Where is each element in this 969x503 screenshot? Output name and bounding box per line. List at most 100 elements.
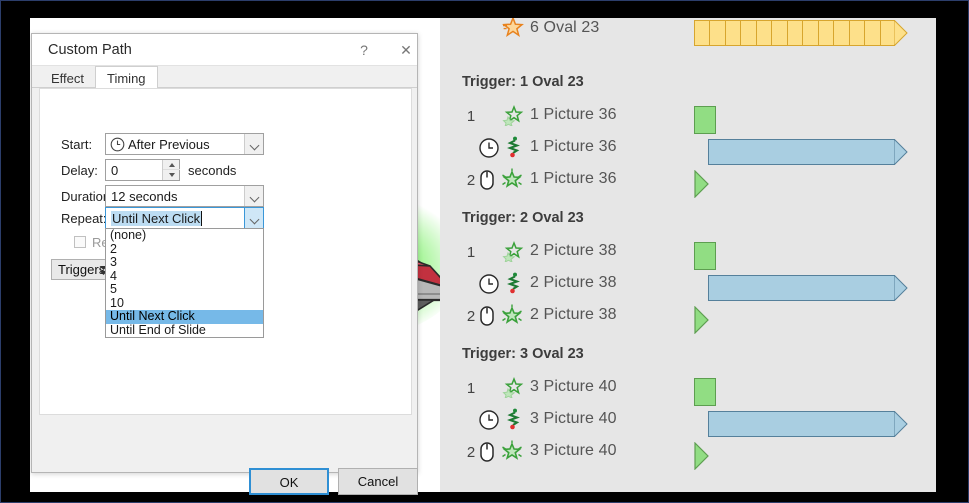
stepper-down-icon[interactable] xyxy=(163,170,180,180)
clock-icon xyxy=(110,137,125,157)
help-icon[interactable]: ? xyxy=(352,39,376,61)
animation-row[interactable]: 6 Oval 23 xyxy=(440,18,936,46)
duration-combobox[interactable]: 12 seconds xyxy=(105,185,264,207)
mouse-icon xyxy=(478,441,496,468)
trigger-label: Trigger: 3 Oval 23 xyxy=(462,346,584,362)
delay-stepper[interactable]: 0 xyxy=(105,159,180,181)
animation-row[interactable]: 2 1 Picture 36 xyxy=(440,165,936,198)
animation-row-label: 1 Picture 36 xyxy=(530,106,617,123)
timeline-bar-blue[interactable] xyxy=(708,275,908,301)
timeline-bar-blue[interactable] xyxy=(708,139,908,165)
dropdown-option[interactable]: Until End of Slide xyxy=(106,323,263,338)
timeline-bar-green[interactable] xyxy=(694,242,716,270)
repeat-label: Repeat: xyxy=(61,211,107,226)
dropdown-option[interactable]: 5 xyxy=(106,282,263,297)
dropdown-option[interactable]: 3 xyxy=(106,255,263,270)
green-star-filled-icon xyxy=(500,304,524,331)
timeline-bar-triangle[interactable] xyxy=(694,306,709,334)
tab-effect[interactable]: Effect xyxy=(39,66,96,89)
animation-row-label: 1 Picture 36 xyxy=(530,170,617,187)
row-number: 1 xyxy=(466,244,476,261)
timeline-bar-body xyxy=(708,275,895,301)
dropdown-option[interactable]: 4 xyxy=(106,269,263,284)
dialog-title: Custom Path xyxy=(48,42,132,58)
cancel-button[interactable]: Cancel xyxy=(338,468,418,495)
animation-row-label: 2 Picture 38 xyxy=(530,306,617,323)
dropdown-option[interactable]: 2 xyxy=(106,242,263,257)
timeline-bar-triangle[interactable] xyxy=(694,442,709,470)
green-star-outline-icon xyxy=(502,240,524,267)
orange-star-icon xyxy=(502,18,524,43)
dropdown-option[interactable]: (none) xyxy=(106,228,263,243)
timeline-bar-green[interactable] xyxy=(694,378,716,406)
mouse-icon xyxy=(478,169,496,196)
timeline-bar-tip xyxy=(894,139,908,165)
screen: 6 Oval 23 Trigger: 1 Oval 23 1 1 Picture… xyxy=(0,0,969,503)
close-icon[interactable]: ✕ xyxy=(394,39,418,61)
animation-row[interactable]: 3 Picture 40 xyxy=(440,405,936,437)
checkbox-box[interactable] xyxy=(74,236,86,248)
repeat-dropdown-list[interactable]: (none) 2 3 4 5 10 Until Next Click Until… xyxy=(105,228,264,338)
motion-path-icon xyxy=(506,272,522,299)
trigger-group-header[interactable]: Trigger: 1 Oval 23 xyxy=(440,68,936,100)
timeline-bar-green[interactable] xyxy=(694,106,716,134)
mouse-icon xyxy=(478,305,496,332)
animation-row[interactable]: 2 Picture 38 xyxy=(440,269,936,301)
animation-row-label: 3 Picture 40 xyxy=(530,378,617,395)
animation-row[interactable]: 1 Picture 36 xyxy=(440,133,936,165)
timeline-bar-tip xyxy=(894,275,908,301)
triggers-button[interactable]: Triggers xyxy=(51,259,113,280)
dropdown-option[interactable]: 10 xyxy=(106,296,263,311)
clock-icon xyxy=(478,409,500,436)
dropdown-option-selected[interactable]: Until Next Click xyxy=(106,309,263,324)
trigger-label: Trigger: 1 Oval 23 xyxy=(462,74,584,90)
animation-row[interactable]: 2 3 Picture 40 xyxy=(440,437,936,470)
animation-row-label: 3 Picture 40 xyxy=(530,410,617,427)
green-star-filled-icon xyxy=(500,440,524,467)
tab-timing[interactable]: Timing xyxy=(95,66,158,89)
trigger-label: Trigger: 2 Oval 23 xyxy=(462,210,584,226)
duration-value: 12 seconds xyxy=(111,189,178,204)
timeline-bar-tip xyxy=(894,20,908,46)
animation-row-label: 1 Picture 36 xyxy=(530,138,617,155)
animation-row[interactable]: 1 3 Picture 40 xyxy=(440,373,936,406)
repeat-combobox[interactable]: Until Next Click xyxy=(105,207,264,229)
timeline-bar-blue[interactable] xyxy=(708,411,908,437)
repeat-value: Until Next Click xyxy=(111,211,203,226)
motion-path-icon xyxy=(506,136,522,163)
clock-icon xyxy=(478,137,500,164)
trigger-group-header[interactable]: Trigger: 3 Oval 23 xyxy=(440,340,936,372)
dialog-title-bar[interactable]: Custom Path ? ✕ xyxy=(32,34,417,66)
timeline-bar-body xyxy=(694,20,895,46)
dialog-tabs: Effect Timing xyxy=(32,66,417,89)
clock-icon xyxy=(478,273,500,300)
stepper-up-icon[interactable] xyxy=(163,160,180,170)
animation-row[interactable]: 1 2 Picture 38 xyxy=(440,237,936,270)
row-number: 2 xyxy=(466,308,476,325)
green-star-outline-icon xyxy=(502,376,524,403)
timeline-bar-yellow[interactable] xyxy=(694,20,908,46)
delay-value: 0 xyxy=(111,163,119,178)
animation-row-label: 2 Picture 38 xyxy=(530,242,617,259)
timeline-bar-tip xyxy=(894,411,908,437)
green-star-filled-icon xyxy=(500,168,524,195)
motion-path-icon xyxy=(506,408,522,435)
delay-label: Delay: xyxy=(61,163,98,178)
chevron-down-icon[interactable] xyxy=(244,186,263,206)
row-number: 2 xyxy=(466,444,476,461)
stepper-buttons[interactable] xyxy=(162,160,180,180)
row-number: 2 xyxy=(466,172,476,189)
animation-row[interactable]: 2 2 Picture 38 xyxy=(440,301,936,334)
trigger-group-header[interactable]: Trigger: 2 Oval 23 xyxy=(440,204,936,236)
ok-button[interactable]: OK xyxy=(249,468,329,495)
animation-row-label: 3 Picture 40 xyxy=(530,442,617,459)
chevron-down-icon[interactable] xyxy=(244,134,263,154)
chevron-down-icon[interactable] xyxy=(244,208,263,228)
animation-row[interactable]: 1 1 Picture 36 xyxy=(440,101,936,134)
start-value: After Previous xyxy=(128,137,210,152)
timeline-bar-triangle[interactable] xyxy=(694,170,709,198)
start-combobox[interactable]: After Previous xyxy=(105,133,264,155)
animation-row-label: 6 Oval 23 xyxy=(530,19,600,36)
row-number: 1 xyxy=(466,380,476,397)
green-star-outline-icon xyxy=(502,104,524,131)
